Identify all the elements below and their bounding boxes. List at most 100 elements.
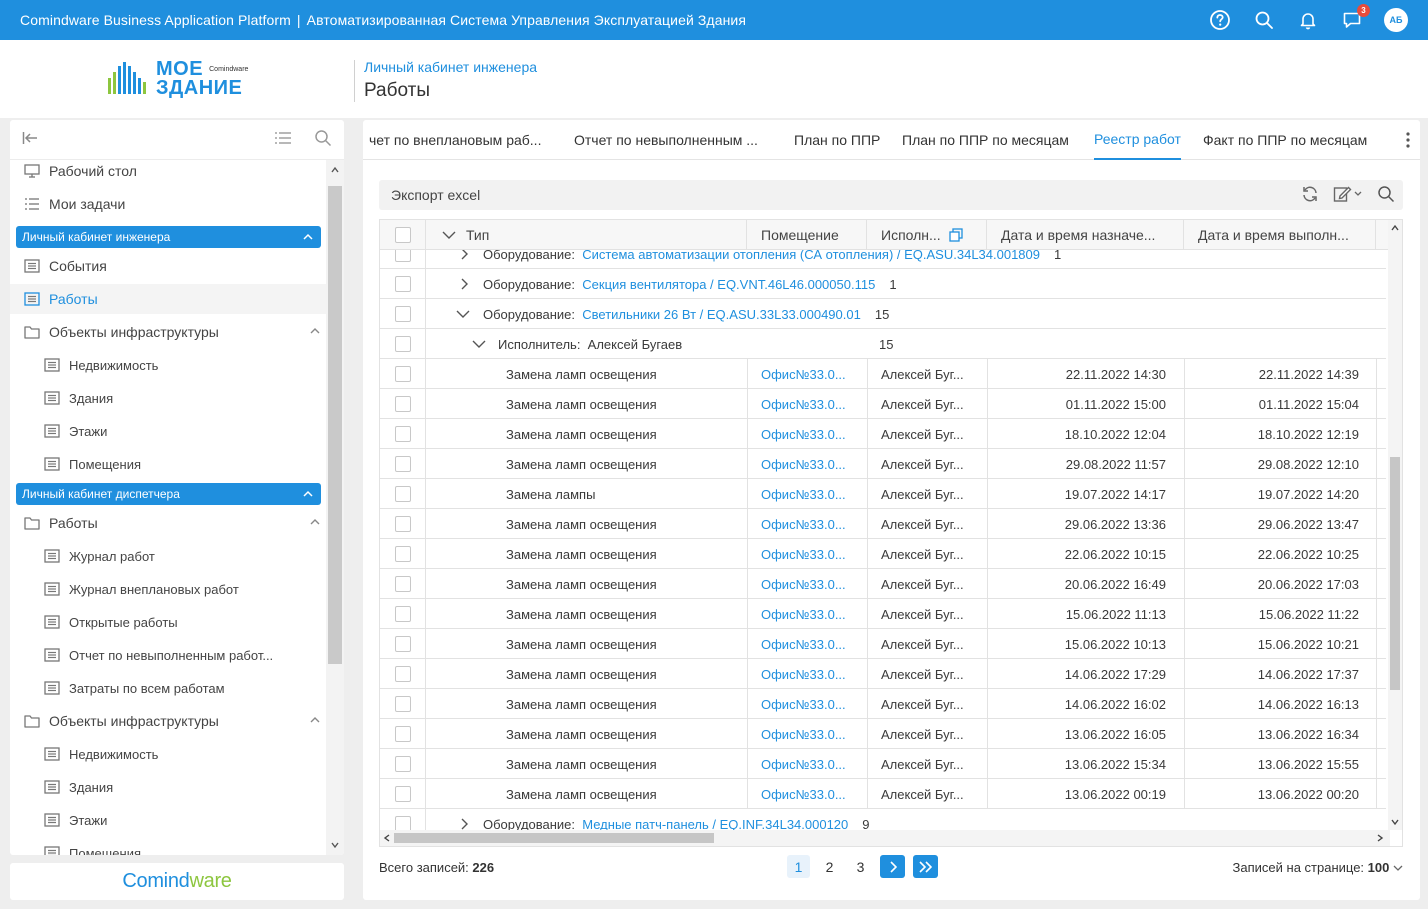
table-row[interactable]: Замена ламп освещения Офис№33.0... Алексей… [380,599,1386,629]
cell-room-link[interactable]: Офис№33.0... [761,539,846,569]
equipment-link[interactable]: Секция вентилятора / EQ.VNT.46L46.000050… [582,277,875,292]
row-checkbox[interactable] [394,336,411,352]
row-checkbox[interactable] [394,546,411,562]
table-row[interactable]: Замена ламп освещения Офис№33.0... Алексей… [380,659,1386,689]
cell-room-link[interactable]: Офис№33.0... [761,509,846,539]
row-checkbox[interactable] [394,576,411,592]
records-per-page[interactable]: Записей на странице: 100 [1233,860,1403,875]
list-view-icon[interactable] [274,131,292,148]
header-assigned-date[interactable]: Дата и время назначе... [987,220,1184,250]
row-checkbox[interactable] [394,426,411,442]
cell-room-link[interactable]: Офис№33.0... [761,389,846,419]
sidebar-item[interactable]: Отчет по невыполненным работ... [10,640,326,670]
row-checkbox[interactable] [394,606,411,622]
row-checkbox[interactable] [394,396,411,412]
group-row[interactable]: Оборудование: Система автоматизации отоп… [380,250,1386,269]
table-row[interactable]: Замена ламп освещения Офис№33.0... Алексей… [380,749,1386,779]
equipment-link[interactable]: Система автоматизации отопления (СА отоп… [582,250,1040,262]
sidebar-item[interactable]: Работы [10,284,326,314]
table-row[interactable]: Замена ламп освещения Офис№33.0... Алексей… [380,569,1386,599]
table-row[interactable]: Замена ламп освещения Офис№33.0... Алексей… [380,629,1386,659]
table-row[interactable]: Замена ламп освещения Офис№33.0... Алексей… [380,779,1386,809]
bell-icon[interactable] [1296,8,1320,32]
tab-ppr-plan-monthly[interactable]: План по ППР по месяцам [902,120,1069,160]
row-checkbox[interactable] [394,666,411,682]
sidebar-item[interactable]: Объекты инфраструктуры [10,317,326,347]
tab-unplanned-report[interactable]: чет по внеплановым раб... [369,120,541,160]
collapse-row-icon[interactable] [472,340,486,348]
row-checkbox[interactable] [394,756,411,772]
tab-ppr-plan[interactable]: План по ППР [794,120,880,160]
tab-works-registry[interactable]: Реестр работ [1094,120,1181,160]
header-type[interactable]: Тип [426,220,747,250]
table-row[interactable]: Замена ламп освещения Офис№33.0... Алексей… [380,359,1386,389]
cell-room-link[interactable]: Офис№33.0... [761,419,846,449]
sidebar-item[interactable]: Журнал внеплановых работ [10,574,326,604]
cell-room-link[interactable]: Офис№33.0... [761,569,846,599]
page-3-button[interactable]: 3 [849,855,872,878]
collapse-all-icon[interactable] [442,230,456,240]
collapse-row-icon[interactable] [456,310,470,318]
table-row[interactable]: Замена ламп освещения Офис№33.0... Алексей… [380,539,1386,569]
header-done-date[interactable]: Дата и время выполн... [1184,220,1376,250]
sidebar-item[interactable]: Помещения [10,838,326,855]
grid-vertical-scrollbar[interactable] [1388,220,1402,830]
expand-row-icon[interactable] [460,250,468,260]
row-checkbox[interactable] [394,786,411,802]
chevron-up-icon[interactable] [310,327,320,334]
page-1-button[interactable]: 1 [787,855,810,878]
chevron-up-icon[interactable] [303,490,313,497]
chevron-up-icon[interactable] [310,716,320,723]
sidebar-item[interactable]: Мои задачи [10,189,326,219]
row-checkbox[interactable] [394,726,411,742]
copy-icon[interactable] [949,228,963,242]
sidebar-section-header[interactable]: Личный кабинет инженера [16,226,321,248]
sidebar-item[interactable]: Недвижимость [10,739,326,769]
group-toggle[interactable] [460,250,468,269]
chat-icon[interactable]: 3 [1340,4,1370,32]
row-checkbox[interactable] [394,456,411,472]
sidebar-scrollbar[interactable] [326,160,344,855]
cell-room-link[interactable]: Офис№33.0... [761,359,846,389]
cell-room-link[interactable]: Офис№33.0... [761,719,846,749]
help-icon[interactable] [1208,8,1232,32]
sidebar-item[interactable]: События [10,251,326,281]
expand-row-icon[interactable] [460,818,468,830]
last-page-button[interactable] [913,855,938,878]
row-checkbox[interactable] [394,696,411,712]
refresh-icon[interactable] [1301,185,1319,206]
grid-search-icon[interactable] [1377,185,1395,206]
sidebar-item[interactable]: Здания [10,383,326,413]
table-row[interactable]: Замена ламп освещения Офис№33.0... Алексей… [380,689,1386,719]
edit-columns-icon[interactable] [1333,185,1363,206]
grid-horizontal-thumb[interactable] [394,833,714,843]
export-excel-button[interactable]: Экспорт excel [391,187,480,203]
sidebar-item[interactable]: Открытые работы [10,607,326,637]
cell-room-link[interactable]: Офис№33.0... [761,479,846,509]
subgroup-toggle[interactable] [472,329,486,359]
search-icon[interactable] [1252,8,1276,32]
sidebar-item[interactable]: Здания [10,772,326,802]
cell-room-link[interactable]: Офис№33.0... [761,449,846,479]
row-checkbox[interactable] [394,636,411,652]
chevron-up-icon[interactable] [303,233,313,240]
row-checkbox[interactable] [394,366,411,382]
cell-room-link[interactable]: Офис№33.0... [761,629,846,659]
sidebar-item[interactable]: Помещения [10,449,326,479]
row-checkbox[interactable] [394,486,411,502]
grid-horizontal-scrollbar[interactable] [380,830,1390,846]
row-checkbox[interactable] [394,306,411,322]
table-row[interactable]: Замена ламп освещения Офис№33.0... Алексей… [380,389,1386,419]
header-room[interactable]: Помещение [747,220,867,250]
sidebar-item[interactable]: Объекты инфраструктуры [10,706,326,736]
logo[interactable]: МОЕ Comindware ЗДАНИЕ [106,59,248,98]
select-all-checkbox[interactable] [394,227,411,243]
subgroup-row[interactable]: Исполнитель: Алексей Бугаев 15 [380,329,1386,359]
more-tabs-icon[interactable] [1406,132,1410,151]
sidebar-item[interactable]: Этажи [10,805,326,835]
breadcrumb[interactable]: Личный кабинет инженера [364,59,537,75]
page-2-button[interactable]: 2 [818,855,841,878]
cell-room-link[interactable]: Офис№33.0... [761,659,846,689]
sidebar-item[interactable]: Затраты по всем работам [10,673,326,703]
group-row[interactable]: Оборудование: Секция вентилятора / EQ.VN… [380,269,1386,299]
